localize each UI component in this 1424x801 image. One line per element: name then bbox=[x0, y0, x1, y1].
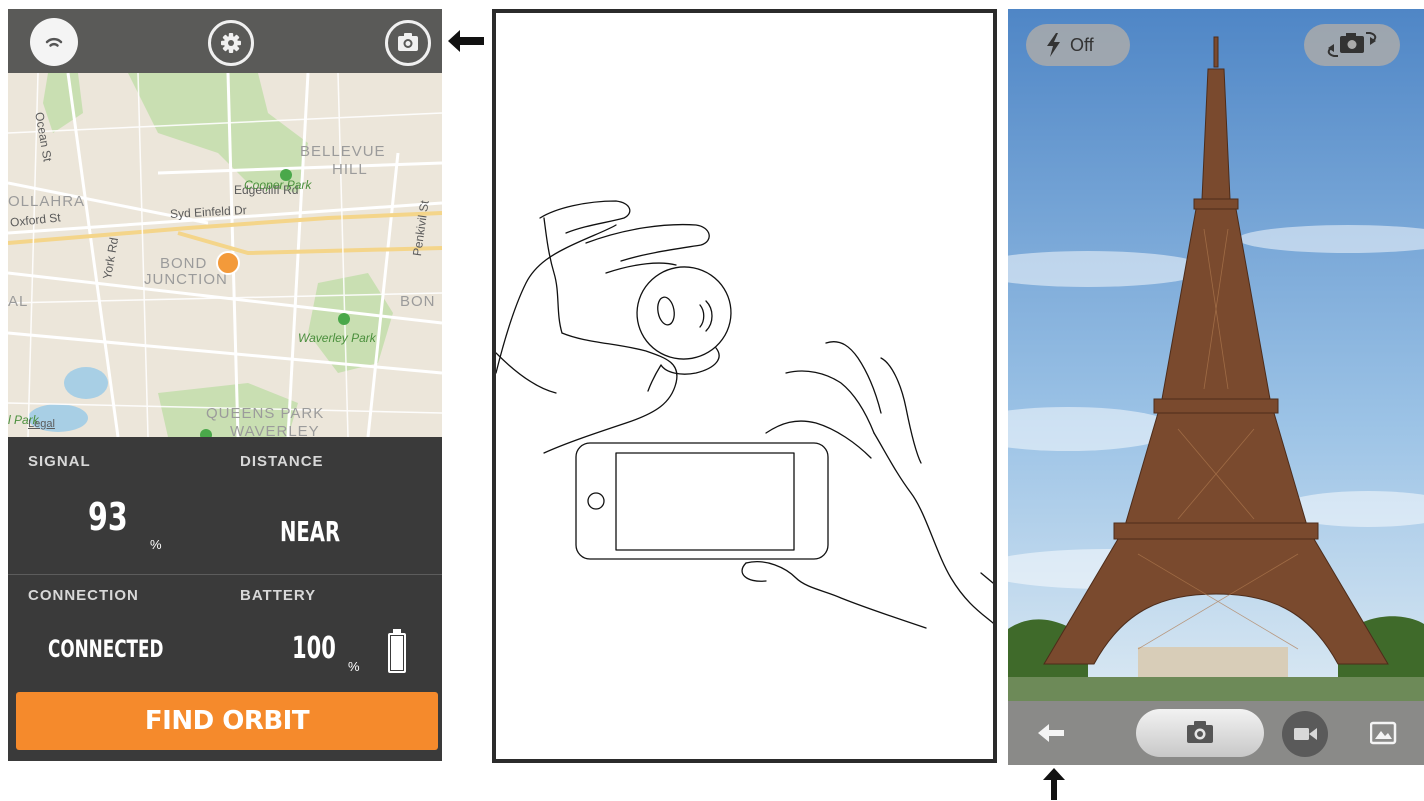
area-label: WAVERLEY bbox=[230, 423, 320, 437]
area-label: OLLAHRA bbox=[8, 193, 86, 210]
pointer-arrow-left bbox=[448, 30, 484, 52]
connection-value: CONNECTED bbox=[48, 635, 164, 663]
distance-value: NEAR bbox=[280, 515, 341, 548]
camera-icon bbox=[398, 33, 418, 51]
pointer-arrow-up bbox=[1043, 768, 1065, 800]
battery-label: BATTERY bbox=[240, 587, 317, 604]
signal-value: 93 bbox=[88, 495, 128, 539]
area-label: HILL bbox=[332, 161, 368, 178]
signal-icon bbox=[45, 37, 63, 47]
area-label: BELLEVUE bbox=[300, 143, 386, 160]
distance-label: DISTANCE bbox=[240, 453, 324, 470]
camera-viewfinder[interactable] bbox=[1008, 9, 1424, 701]
hands-holding-orbit-and-phone-drawing bbox=[496, 200, 993, 629]
device-location-marker bbox=[216, 251, 240, 275]
find-orbit-button[interactable]: FIND ORBIT bbox=[16, 692, 438, 750]
settings-button[interactable] bbox=[208, 20, 254, 66]
gallery-icon[interactable] bbox=[1370, 721, 1398, 745]
camera-button[interactable] bbox=[385, 20, 431, 66]
divider bbox=[8, 574, 442, 575]
back-arrow-icon[interactable] bbox=[1038, 723, 1066, 743]
orbit-app-screen: Ocean St Edgecliff Rd Syd Einfeld Dr Oxf… bbox=[8, 9, 442, 761]
find-orbit-label: FIND ORBIT bbox=[144, 706, 310, 736]
battery-value: 100 bbox=[292, 631, 336, 666]
top-bar bbox=[8, 9, 442, 73]
park-label: Cooper Park bbox=[244, 178, 312, 192]
switch-camera-button[interactable] bbox=[1304, 24, 1400, 66]
area-label: QUEENS PARK bbox=[206, 405, 325, 422]
switch-camera-icon bbox=[1327, 32, 1377, 57]
legal-link[interactable]: Legal bbox=[28, 418, 55, 430]
video-icon bbox=[1294, 728, 1317, 740]
park-label: Waverley Park bbox=[298, 331, 376, 345]
flash-label: Off bbox=[1070, 35, 1094, 55]
flash-icon bbox=[1047, 33, 1060, 57]
video-mode-button[interactable] bbox=[1282, 711, 1328, 757]
map-view[interactable]: Ocean St Edgecliff Rd Syd Einfeld Dr Oxf… bbox=[8, 73, 442, 437]
area-label: AL bbox=[8, 293, 29, 310]
camera-icon bbox=[1187, 721, 1213, 743]
signal-label: SIGNAL bbox=[28, 453, 91, 470]
flash-toggle-button[interactable]: Off bbox=[1026, 24, 1130, 66]
area-label: BOND bbox=[160, 255, 208, 272]
battery-unit: % bbox=[348, 659, 360, 674]
signal-button[interactable] bbox=[30, 18, 78, 66]
area-label: JUNCTION bbox=[144, 271, 228, 288]
camera-toolbar bbox=[1008, 701, 1424, 765]
camera-app-screen: Off bbox=[1008, 9, 1424, 765]
connection-label: CONNECTION bbox=[28, 587, 139, 604]
battery-icon bbox=[388, 629, 406, 673]
area-label: BON bbox=[400, 293, 436, 310]
shutter-button[interactable] bbox=[1136, 709, 1264, 757]
gear-icon bbox=[221, 33, 241, 53]
usage-illustration bbox=[492, 9, 997, 763]
signal-unit: % bbox=[150, 537, 162, 552]
